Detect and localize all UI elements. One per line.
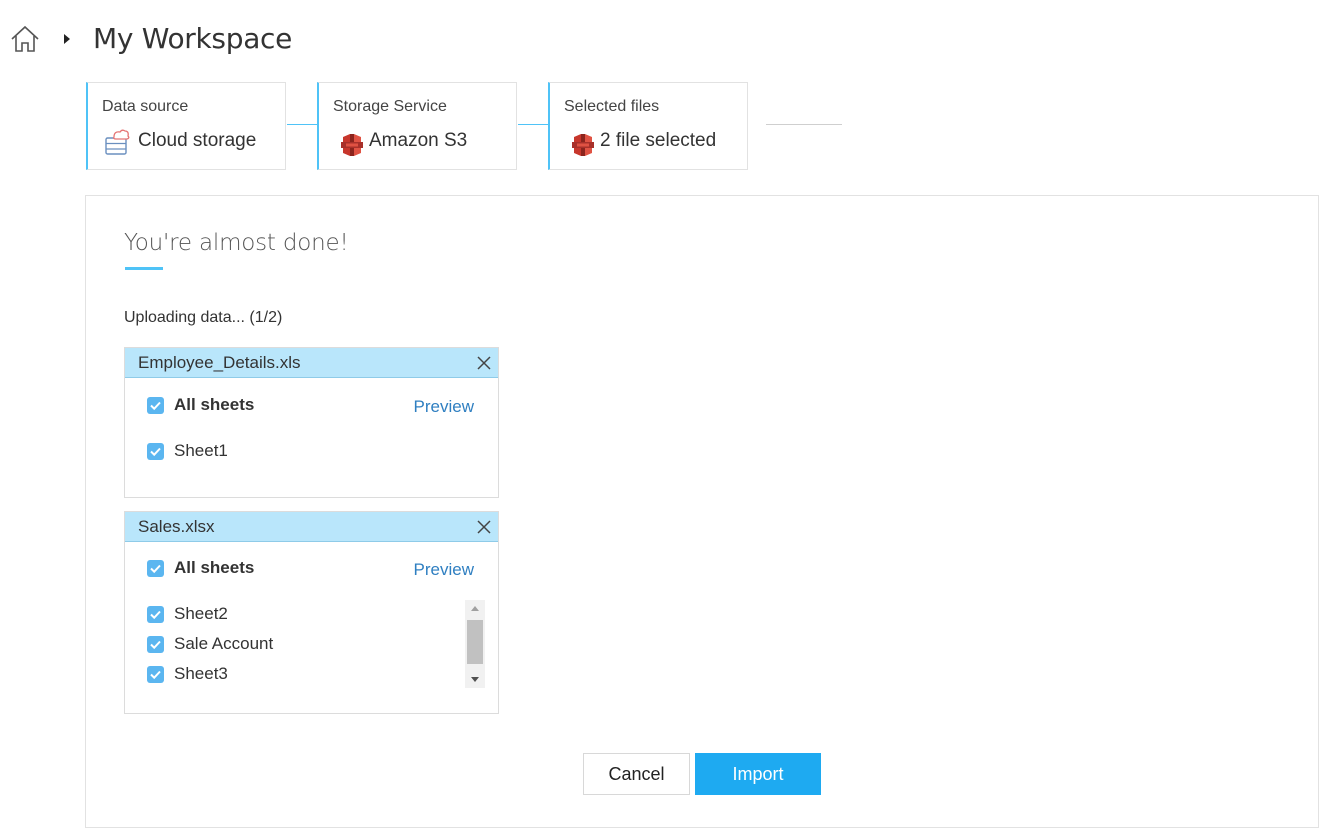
check-icon bbox=[150, 610, 161, 619]
check-icon bbox=[150, 564, 161, 573]
amazon-s3-icon bbox=[341, 134, 363, 156]
step-value: Cloud storage bbox=[138, 130, 257, 151]
file-header: Employee_Details.xls bbox=[125, 348, 498, 378]
scroll-thumb[interactable] bbox=[467, 620, 483, 664]
close-icon[interactable] bbox=[476, 355, 492, 371]
upload-status: Uploading data... (1/2) bbox=[124, 309, 283, 326]
import-button[interactable]: Import bbox=[695, 753, 821, 795]
step-connector-pending bbox=[766, 124, 842, 125]
scroll-down-arrow-icon[interactable] bbox=[465, 672, 485, 688]
sheet-label: Sheet3 bbox=[174, 664, 228, 683]
file-name: Employee_Details.xls bbox=[138, 353, 301, 372]
check-icon bbox=[150, 640, 161, 649]
step-label: Storage Service bbox=[333, 98, 447, 115]
all-sheets-label: All sheets bbox=[174, 395, 255, 414]
file-name: Sales.xlsx bbox=[138, 517, 215, 536]
import-panel: You're almost done! Uploading data... (1… bbox=[85, 195, 1319, 828]
all-sheets-row: All sheets bbox=[147, 394, 254, 416]
file-card-employee-details: Employee_Details.xls All sheets Preview … bbox=[124, 347, 499, 498]
sheet-row: Sheet3 bbox=[147, 663, 228, 685]
sheet-checkbox[interactable] bbox=[147, 665, 164, 683]
close-icon[interactable] bbox=[476, 519, 492, 535]
cancel-button[interactable]: Cancel bbox=[583, 753, 690, 795]
check-icon bbox=[150, 670, 161, 679]
file-card-sales: Sales.xlsx All sheets Preview Sheet2 Sal… bbox=[124, 511, 499, 714]
sheet-checkbox[interactable] bbox=[147, 635, 164, 653]
sheet-label: Sheet2 bbox=[174, 604, 228, 623]
page-title: My Workspace bbox=[93, 22, 293, 55]
step-selected-files: Selected files 2 file selected bbox=[548, 82, 748, 170]
step-storage-service: Storage Service Amazon S3 bbox=[317, 82, 517, 170]
step-label: Data source bbox=[102, 98, 189, 115]
check-icon bbox=[150, 447, 161, 456]
all-sheets-checkbox[interactable] bbox=[147, 559, 164, 577]
preview-link[interactable]: Preview bbox=[414, 397, 474, 417]
step-value: Amazon S3 bbox=[369, 130, 468, 151]
step-data-source: Data source Cloud storage bbox=[86, 82, 286, 170]
step-label: Selected files bbox=[564, 98, 660, 115]
step-connector bbox=[518, 124, 549, 125]
home-icon[interactable] bbox=[9, 24, 41, 54]
step-connector bbox=[287, 124, 318, 125]
sheet-label: Sale Account bbox=[174, 634, 274, 653]
step-value: 2 file selected bbox=[600, 130, 717, 151]
breadcrumb-arrow-icon bbox=[64, 34, 70, 44]
all-sheets-label: All sheets bbox=[174, 558, 255, 577]
title-underline bbox=[125, 267, 163, 270]
sheet-row: Sheet2 bbox=[147, 603, 228, 625]
all-sheets-row: All sheets bbox=[147, 557, 254, 579]
amazon-s3-icon bbox=[572, 134, 594, 156]
all-sheets-checkbox[interactable] bbox=[147, 396, 164, 414]
sheet-checkbox[interactable] bbox=[147, 605, 164, 623]
sheet-label: Sheet1 bbox=[174, 441, 228, 460]
sheet-row: Sale Account bbox=[147, 633, 273, 655]
preview-link[interactable]: Preview bbox=[414, 560, 474, 580]
header: My Workspace bbox=[0, 0, 1333, 80]
check-icon bbox=[150, 401, 161, 410]
sheet-checkbox[interactable] bbox=[147, 442, 164, 460]
sheet-row: Sheet1 bbox=[147, 440, 228, 462]
cloud-storage-icon bbox=[105, 129, 130, 155]
file-header: Sales.xlsx bbox=[125, 512, 498, 542]
scroll-up-arrow-icon[interactable] bbox=[465, 600, 485, 616]
sheet-list-scrollbar[interactable] bbox=[465, 600, 485, 688]
panel-title: You're almost done! bbox=[124, 230, 349, 256]
